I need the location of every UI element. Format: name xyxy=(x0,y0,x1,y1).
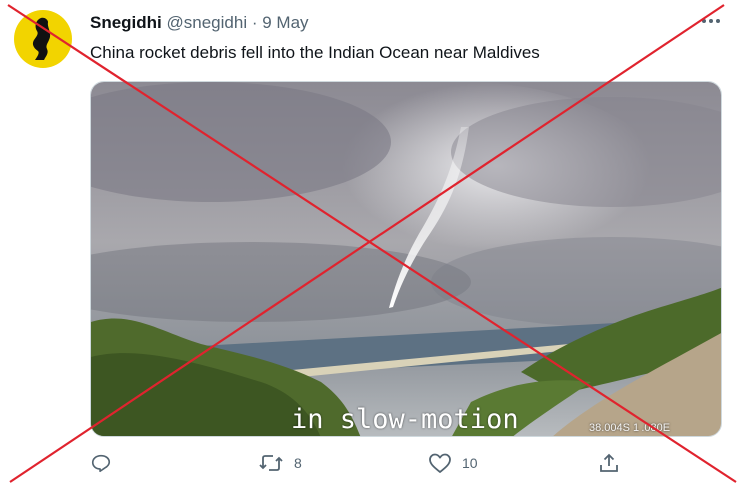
tweet[interactable]: Snegidhi @snegidhi · 9 May China rocket … xyxy=(0,0,742,485)
tweet-date[interactable]: 9 May xyxy=(262,13,308,32)
share-button[interactable] xyxy=(598,452,620,474)
reply-button[interactable] xyxy=(90,452,122,474)
tweet-text: China rocket debris fell into the Indian… xyxy=(90,43,540,62)
more-button[interactable] xyxy=(700,14,722,28)
more-dots-icon xyxy=(702,19,720,23)
retweet-count: 8 xyxy=(294,455,302,471)
video-frame-image xyxy=(91,82,721,436)
video-coordinates: 38.004S 1 .080E xyxy=(589,422,671,434)
retweet-icon xyxy=(259,455,283,471)
like-button[interactable]: 10 xyxy=(428,452,478,474)
tweet-actions: 8 10 xyxy=(0,452,742,480)
separator-dot: · xyxy=(251,13,258,32)
avatar-silhouette-icon xyxy=(32,17,51,61)
like-icon xyxy=(429,453,451,473)
retweet-button[interactable]: 8 xyxy=(258,452,302,474)
author-name[interactable]: Snegidhi xyxy=(90,13,162,32)
avatar[interactable] xyxy=(14,10,72,68)
video-caption: in slow-motion xyxy=(291,404,519,435)
reply-icon xyxy=(91,454,111,473)
share-icon xyxy=(600,453,618,472)
author-handle[interactable]: @snegidhi xyxy=(167,13,248,32)
like-count: 10 xyxy=(462,455,478,471)
tweet-video[interactable]: in slow-motion 38.004S 1 .080E xyxy=(90,81,722,437)
tweet-header: Snegidhi @snegidhi · 9 May xyxy=(90,12,309,34)
